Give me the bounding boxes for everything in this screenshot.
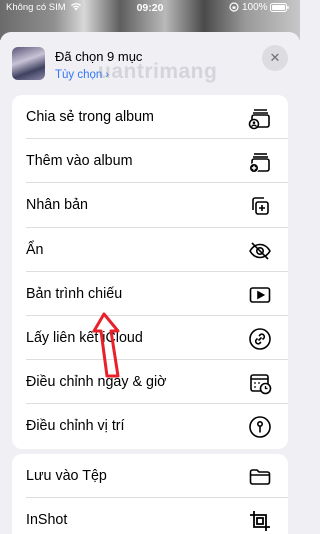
action-label: Lưu vào Tệp xyxy=(26,468,107,484)
app-action-list: Lưu vào Tệp InShot xyxy=(12,454,288,534)
action-adjust-location[interactable]: Điều chỉnh vị trí xyxy=(12,404,288,448)
action-list: Chia sẻ trong album Thêm vào album Nhân … xyxy=(12,95,288,449)
action-add-to-album[interactable]: Thêm vào album xyxy=(12,139,288,184)
crop-icon xyxy=(250,511,270,532)
shared-album-icon xyxy=(248,109,270,130)
location-info-icon xyxy=(249,416,271,439)
action-slideshow[interactable]: Bản trình chiếu xyxy=(12,272,288,316)
watermark-logo: uantrimang xyxy=(98,60,218,83)
share-sheet: Đã chọn 9 mục Tùy chọn › uantrimang ✕ Ch… xyxy=(0,32,300,534)
selection-thumbnail xyxy=(12,47,45,80)
calendar-clock-icon xyxy=(250,374,272,395)
folder-icon xyxy=(249,469,271,485)
action-label: Điều chỉnh vị trí xyxy=(26,418,125,435)
close-icon: ✕ xyxy=(269,50,281,65)
action-duplicate[interactable]: Nhân bản xyxy=(12,183,288,228)
add-to-album-icon xyxy=(249,153,270,174)
link-icon xyxy=(249,328,271,350)
action-inshot[interactable]: InShot xyxy=(12,498,288,534)
share-sheet-header: Đã chọn 9 mục Tùy chọn › uantrimang ✕ xyxy=(0,32,300,96)
duplicate-icon xyxy=(252,197,269,216)
close-button[interactable]: ✕ xyxy=(262,45,288,71)
action-label: Chia sẻ trong album xyxy=(26,109,154,125)
action-label: Bản trình chiếu xyxy=(26,285,123,302)
action-save-to-files[interactable]: Lưu vào Tệp xyxy=(12,454,288,499)
action-label: Thêm vào album xyxy=(26,153,133,170)
action-shared-album[interactable]: Chia sẻ trong album xyxy=(12,95,288,140)
slideshow-play-icon xyxy=(249,286,271,303)
status-bar: Không có SIM 09:20 100% xyxy=(0,0,300,16)
action-hide[interactable]: Ẩn xyxy=(12,228,288,272)
action-label: InShot xyxy=(26,512,68,529)
action-adjust-date-time[interactable]: Điều chỉnh ngày & giờ xyxy=(12,360,288,405)
options-label: Tùy chọn xyxy=(55,69,103,81)
action-label: Lấy liên kết iCloud xyxy=(26,329,143,346)
action-label: Điều chỉnh ngày & giờ xyxy=(26,374,167,391)
action-label: Ẩn xyxy=(26,241,44,258)
rotation-lock-icon xyxy=(229,2,239,12)
action-icloud-link[interactable]: Lấy liên kết iCloud xyxy=(12,316,288,361)
action-label: Nhân bản xyxy=(26,197,89,214)
battery-icon xyxy=(270,3,289,12)
hide-eye-icon xyxy=(249,241,271,260)
battery-percent: 100% xyxy=(242,2,268,13)
